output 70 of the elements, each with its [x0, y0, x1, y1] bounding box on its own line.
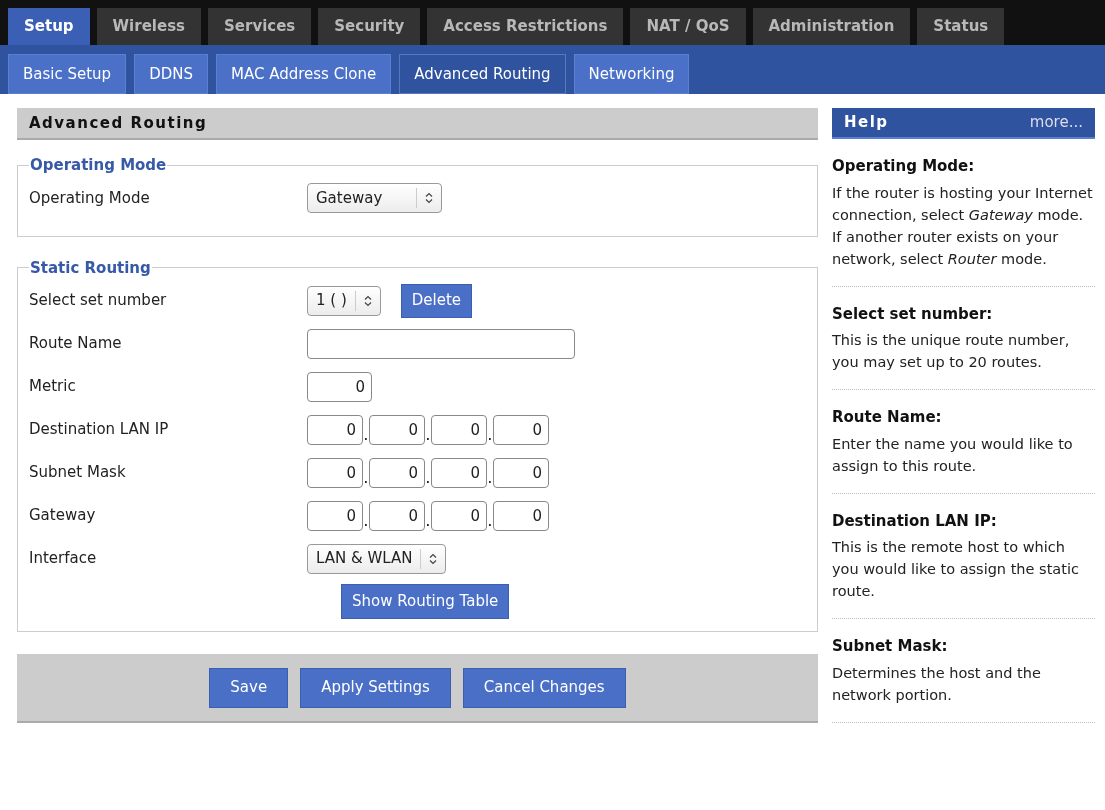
up-down-arrows-icon — [429, 552, 438, 565]
field-label: Subnet Mask — [29, 462, 127, 484]
field-label: Metric — [29, 376, 77, 398]
input-field[interactable]: 0 — [493, 500, 549, 531]
up-down-arrows-icon — [363, 294, 372, 307]
input-field[interactable]: 0 — [431, 457, 487, 488]
input-field[interactable]: 0 — [307, 371, 372, 402]
main-tab[interactable]: NAT / QoS — [630, 8, 746, 45]
sub-tab[interactable]: Basic Setup — [8, 54, 127, 94]
input-field[interactable]: 0 — [307, 457, 363, 488]
input-field[interactable] — [307, 328, 575, 359]
action-button[interactable]: Apply Settings — [300, 667, 451, 708]
field-label: Destination LAN IP — [29, 419, 170, 441]
input-field[interactable]: 0 — [307, 500, 363, 531]
action-button[interactable]: Save — [209, 667, 289, 708]
dot-separator: . — [487, 467, 493, 488]
main-tab[interactable]: Status — [917, 8, 1005, 45]
field-label: Select set number — [29, 290, 168, 312]
help-title: Help — [844, 112, 889, 134]
input-field[interactable]: 0 — [369, 414, 425, 445]
help-text: If the router is hosting your Internet connection, select Gateway mode. If another router exists on your network, select Router mode. — [832, 183, 1094, 269]
help-heading: Select set number: — [832, 303, 994, 325]
help-text: This is the unique route number, you may set up to 20 routes. — [832, 331, 1071, 372]
dot-separator: . — [363, 510, 369, 531]
dot-separator: . — [425, 510, 431, 531]
help-text: Determines the host and the network portion. — [832, 663, 1042, 705]
group-legend: Static Routing — [29, 256, 152, 279]
help-heading: Subnet Mask: — [832, 636, 949, 657]
dot-separator: . — [425, 424, 431, 445]
input-field[interactable]: 0 — [431, 414, 487, 445]
sub-tab[interactable]: MAC Address Clone — [216, 54, 392, 94]
up-down-arrows-icon — [425, 192, 433, 204]
input-field[interactable]: 0 — [369, 457, 425, 488]
main-tab[interactable]: Security — [318, 8, 421, 45]
input-field[interactable]: 0 — [307, 414, 363, 445]
field-label: Operating Mode — [29, 187, 151, 209]
dot-separator: . — [363, 467, 369, 488]
help-text: Enter the name you would like to assign to this route. — [832, 434, 1074, 476]
help-heading: Operating Mode: — [832, 156, 976, 177]
main-tab[interactable]: Administration — [752, 8, 911, 45]
sub-tab[interactable]: Networking — [573, 54, 690, 94]
main-tab[interactable]: Wireless — [96, 8, 201, 45]
main-tab[interactable]: Setup — [8, 8, 90, 45]
dot-separator: . — [425, 467, 431, 488]
sub-tab[interactable]: DDNS — [134, 54, 208, 94]
field-label: Gateway — [29, 505, 97, 527]
input-field[interactable]: 0 — [493, 414, 549, 445]
more-link[interactable]: more... — [1029, 111, 1083, 134]
help-heading: Destination LAN IP: — [832, 510, 998, 532]
input-field[interactable]: 0 — [369, 500, 425, 531]
dot-separator: . — [363, 424, 369, 445]
delete-button[interactable]: Delete — [400, 283, 473, 318]
help-heading: Route Name: — [832, 407, 943, 428]
page-title: Advanced Routing — [29, 112, 208, 134]
dropdown[interactable]: Gateway — [307, 183, 442, 213]
dot-separator: . — [487, 510, 493, 531]
field-label: Route Name — [29, 333, 123, 355]
field-label: Interface — [29, 548, 98, 570]
main-tab[interactable]: Access Restrictions — [427, 8, 624, 45]
input-field[interactable]: 0 — [431, 500, 487, 531]
input-field[interactable]: 0 — [493, 457, 549, 488]
help-text: This is the remote host to which you would like to assign the static route. — [832, 538, 1080, 601]
sub-tab[interactable]: Advanced Routing — [399, 54, 566, 94]
main-tab[interactable]: Services — [208, 8, 312, 45]
action-button[interactable]: Cancel Changes — [462, 667, 626, 708]
dropdown[interactable]: 1 ( ) — [307, 285, 381, 316]
dot-separator: . — [487, 424, 493, 445]
show-routing-table-button[interactable]: Show Routing Table — [341, 584, 510, 619]
dropdown[interactable]: LAN & WLAN — [307, 543, 447, 574]
group-legend: Operating Mode — [29, 154, 168, 177]
